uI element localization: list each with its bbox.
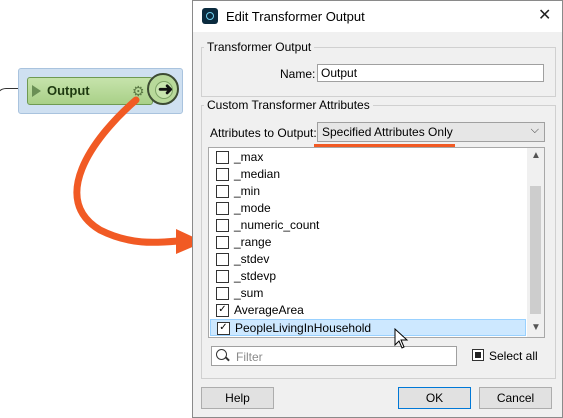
attribute-row[interactable]: _numeric_count — [210, 217, 526, 234]
checkbox-icon[interactable] — [216, 236, 229, 249]
attribute-row[interactable]: _stdevp — [210, 268, 526, 285]
attribute-row[interactable]: _max — [210, 149, 526, 166]
custom-attributes-group-title: Custom Transformer Attributes — [204, 98, 373, 112]
list-scrollbar[interactable]: ▲ ▼ — [527, 148, 544, 337]
app-icon — [202, 8, 218, 24]
attribute-label: _stdevp — [234, 269, 277, 283]
attribute-row[interactable]: _mode — [210, 200, 526, 217]
checkbox-icon[interactable] — [216, 253, 229, 266]
checkbox-checked-icon[interactable]: ✓ — [217, 322, 230, 335]
attribute-row[interactable]: _sum — [210, 285, 526, 302]
attribute-label: _numeric_count — [234, 218, 320, 232]
help-button[interactable]: Help — [201, 387, 274, 409]
checkbox-checked-icon[interactable]: ✓ — [216, 304, 229, 317]
dialog-title: Edit Transformer Output — [226, 9, 365, 24]
attribute-row[interactable]: ✓ PeopleLivingInHousehold — [210, 319, 526, 336]
select-all-checkbox[interactable] — [472, 349, 484, 361]
mouse-pointer-icon — [394, 328, 409, 349]
attributes-list: _max _median _min _mode _numeric_count _range… — [208, 147, 545, 338]
checkbox-icon[interactable] — [216, 185, 229, 198]
filter-input[interactable]: Filter — [211, 346, 457, 366]
checkbox-icon[interactable] — [216, 151, 229, 164]
ok-button[interactable]: OK — [398, 387, 471, 409]
annotation-arrow — [73, 96, 182, 246]
attribute-label: AverageArea — [234, 303, 304, 317]
attribute-label: _median — [234, 167, 281, 181]
select-all-label[interactable]: Select all — [489, 349, 538, 363]
search-icon — [216, 349, 227, 360]
name-field[interactable]: Output — [317, 64, 544, 82]
attribute-label: _mode — [234, 201, 271, 215]
attributes-to-output-label: Attributes to Output: — [210, 126, 317, 140]
checkbox-icon[interactable] — [216, 287, 229, 300]
attribute-row[interactable]: _min — [210, 183, 526, 200]
attribute-label: PeopleLivingInHousehold — [235, 321, 372, 335]
attribute-row[interactable]: ✓ AverageArea — [210, 302, 526, 319]
attribute-label: _range — [234, 235, 272, 249]
attribute-label: _min — [234, 184, 261, 198]
attribute-row[interactable]: _median — [210, 166, 526, 183]
checkbox-icon[interactable] — [216, 202, 229, 215]
name-label: Name: — [280, 67, 316, 81]
attribute-label: _sum — [234, 286, 264, 300]
scroll-down-icon[interactable]: ▼ — [531, 322, 541, 333]
scrollbar-thumb[interactable] — [530, 186, 541, 314]
edit-transformer-output-dialog: Edit Transformer Output ✕ Transformer Ou… — [192, 0, 563, 418]
checkbox-icon[interactable] — [216, 168, 229, 181]
dialog-titlebar: Edit Transformer Output ✕ — [193, 1, 562, 32]
attribute-label: _max — [234, 150, 264, 164]
checkbox-icon[interactable] — [216, 270, 229, 283]
cancel-button[interactable]: Cancel — [479, 387, 552, 409]
transformer-output-group-title: Transformer Output — [204, 40, 315, 54]
close-icon[interactable]: ✕ — [538, 5, 551, 25]
checkbox-icon[interactable] — [216, 219, 229, 232]
filter-placeholder: Filter — [236, 350, 263, 364]
chevron-down-icon: ⌵ — [530, 124, 539, 136]
attribute-label: _stdev — [234, 252, 270, 266]
attributes-to-output-select[interactable]: Specified Attributes Only ⌵ — [317, 122, 545, 142]
attribute-row[interactable]: _stdev — [210, 251, 526, 268]
attributes-to-output-value: Specified Attributes Only — [322, 125, 453, 139]
scroll-up-icon[interactable]: ▲ — [531, 150, 541, 161]
attribute-row[interactable]: _range — [210, 234, 526, 251]
